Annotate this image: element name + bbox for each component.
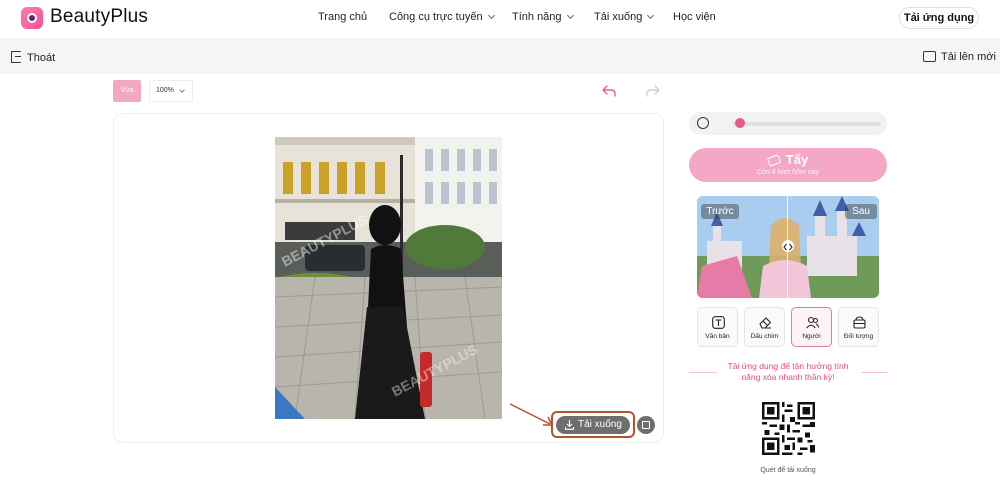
exit-button[interactable]: Thoát	[11, 49, 55, 64]
edited-photo[interactable]: BEAUTYPLUS BEAUTYPLUS	[275, 137, 502, 419]
divider	[689, 372, 717, 373]
nav-item-label: Tính năng	[512, 11, 562, 23]
nav-item-label: Tải xuống	[594, 11, 643, 23]
tool-object[interactable]: Đối tượng	[838, 307, 879, 347]
erase-button[interactable]: Tẩy Còn 4 lượt hôm nay	[689, 148, 887, 182]
qr-code	[762, 402, 815, 455]
erase-label-row: Tẩy	[689, 152, 887, 167]
redo-icon[interactable]	[646, 85, 660, 97]
nav-item-features[interactable]: Tính năng	[512, 11, 574, 23]
download-icon	[565, 420, 574, 430]
app-promo-text: Tải ứng dụng để tận hưởng tính năng xóa …	[727, 361, 849, 382]
eraser-icon	[766, 154, 781, 167]
brand-name[interactable]: BeautyPlus	[50, 6, 148, 28]
chevron-down-icon	[647, 11, 655, 20]
nav-item-label: Công cụ trực tuyến	[389, 11, 483, 23]
folder-upload-icon	[923, 51, 936, 62]
arrows-horizontal-icon	[783, 243, 793, 251]
nav-item-label: Học viện	[673, 11, 716, 23]
eraser-icon	[759, 317, 772, 329]
chevron-down-icon	[179, 87, 185, 93]
fit-button[interactable]: Vừa	[113, 80, 141, 102]
nav-item-home[interactable]: Trang chủ	[318, 11, 367, 23]
top-navigation: BeautyPlus Trang chủ Công cụ trực tuyến …	[0, 0, 1000, 38]
tool-text[interactable]: Văn bản	[697, 307, 738, 347]
after-label: Sau	[845, 204, 877, 219]
nav-item-downloads[interactable]: Tải xuống	[594, 11, 655, 23]
people-icon	[806, 316, 819, 329]
upload-new-button[interactable]: Tải lên mới	[923, 49, 996, 63]
qr-caption: Quét để tải xuống	[760, 467, 816, 474]
tool-people[interactable]: Người	[791, 307, 832, 347]
nav-item-label: Trang chủ	[318, 11, 368, 23]
erase-label: Tẩy	[785, 152, 809, 167]
editor-header: Thoát Tải lên mới	[0, 38, 1000, 74]
erase-remaining: Còn 4 lượt hôm nay	[756, 169, 820, 176]
tool-label: Đối tượng	[843, 333, 874, 340]
download-app-button[interactable]: Tải ứng dụng	[899, 7, 979, 29]
divider	[861, 372, 887, 373]
photo-illustration: BEAUTYPLUS BEAUTYPLUS	[275, 137, 502, 419]
tool-label: Văn bản	[705, 333, 730, 340]
undo-icon[interactable]	[602, 85, 616, 97]
upload-new-label: Tải lên mới	[941, 51, 996, 63]
tool-label: Người	[802, 333, 821, 340]
exit-icon	[11, 51, 21, 63]
tool-watermark[interactable]: Dấu chìm	[744, 307, 785, 347]
qr-code-graphic	[762, 402, 815, 455]
download-label: Tải xuống	[578, 419, 622, 430]
brand-logo-icon[interactable]	[21, 7, 43, 29]
brush-size-slider[interactable]	[733, 122, 881, 126]
nav-item-online-tools[interactable]: Công cụ trực tuyến	[389, 11, 495, 23]
compare-drag-handle[interactable]	[782, 240, 794, 252]
zoom-select[interactable]: 100%	[149, 80, 193, 102]
compare-toggle-button[interactable]	[637, 416, 655, 434]
nav-item-academy[interactable]: Học viện	[673, 11, 716, 23]
annotation-arrow	[509, 403, 554, 426]
chevron-down-icon	[487, 11, 495, 20]
object-icon	[853, 316, 866, 329]
brush-size-icon	[697, 117, 709, 129]
download-button[interactable]: Tải xuống	[556, 416, 630, 434]
exit-label: Thoát	[27, 52, 56, 64]
zoom-value: 100%	[156, 87, 174, 94]
tool-label: Dấu chìm	[750, 333, 779, 340]
text-icon	[712, 316, 725, 329]
chevron-down-icon	[566, 11, 574, 20]
before-label: Trước	[701, 204, 739, 219]
